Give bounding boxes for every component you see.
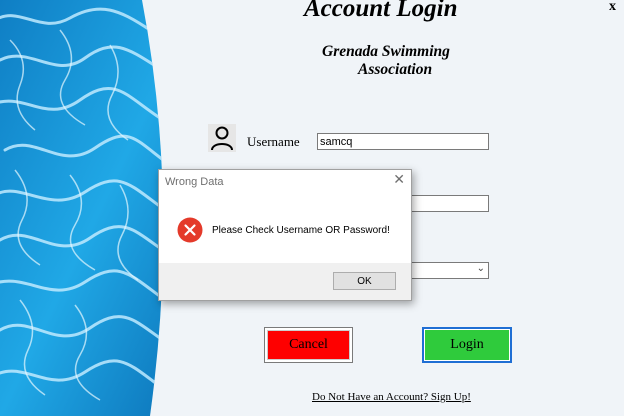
dialog-footer: OK xyxy=(159,263,411,300)
organization-name-line1: Grenada Swimming xyxy=(322,43,450,60)
dialog-message: Please Check Username OR Password! xyxy=(212,225,390,236)
error-dialog: Wrong Data ✕ Please Check Username OR Pa… xyxy=(158,169,412,301)
chevron-down-icon: ⌄ xyxy=(476,263,485,274)
username-input[interactable] xyxy=(317,133,489,150)
user-icon xyxy=(208,124,236,152)
dialog-title: Wrong Data xyxy=(165,176,224,188)
close-window-button[interactable]: x xyxy=(609,0,616,15)
organization-name-line2: Association xyxy=(358,61,433,78)
signup-link[interactable]: Do Not Have an Account? Sign Up! xyxy=(312,391,471,403)
login-window: x Account Login Grenada Swimming Associa… xyxy=(0,0,624,416)
page-title: Account Login xyxy=(304,0,458,22)
cancel-button[interactable]: Cancel xyxy=(264,327,353,363)
login-button[interactable]: Login xyxy=(422,327,512,363)
ok-button[interactable]: OK xyxy=(333,272,396,290)
error-icon xyxy=(177,217,203,243)
username-label: Username xyxy=(247,134,300,149)
dialog-close-icon[interactable]: ✕ xyxy=(393,172,405,188)
